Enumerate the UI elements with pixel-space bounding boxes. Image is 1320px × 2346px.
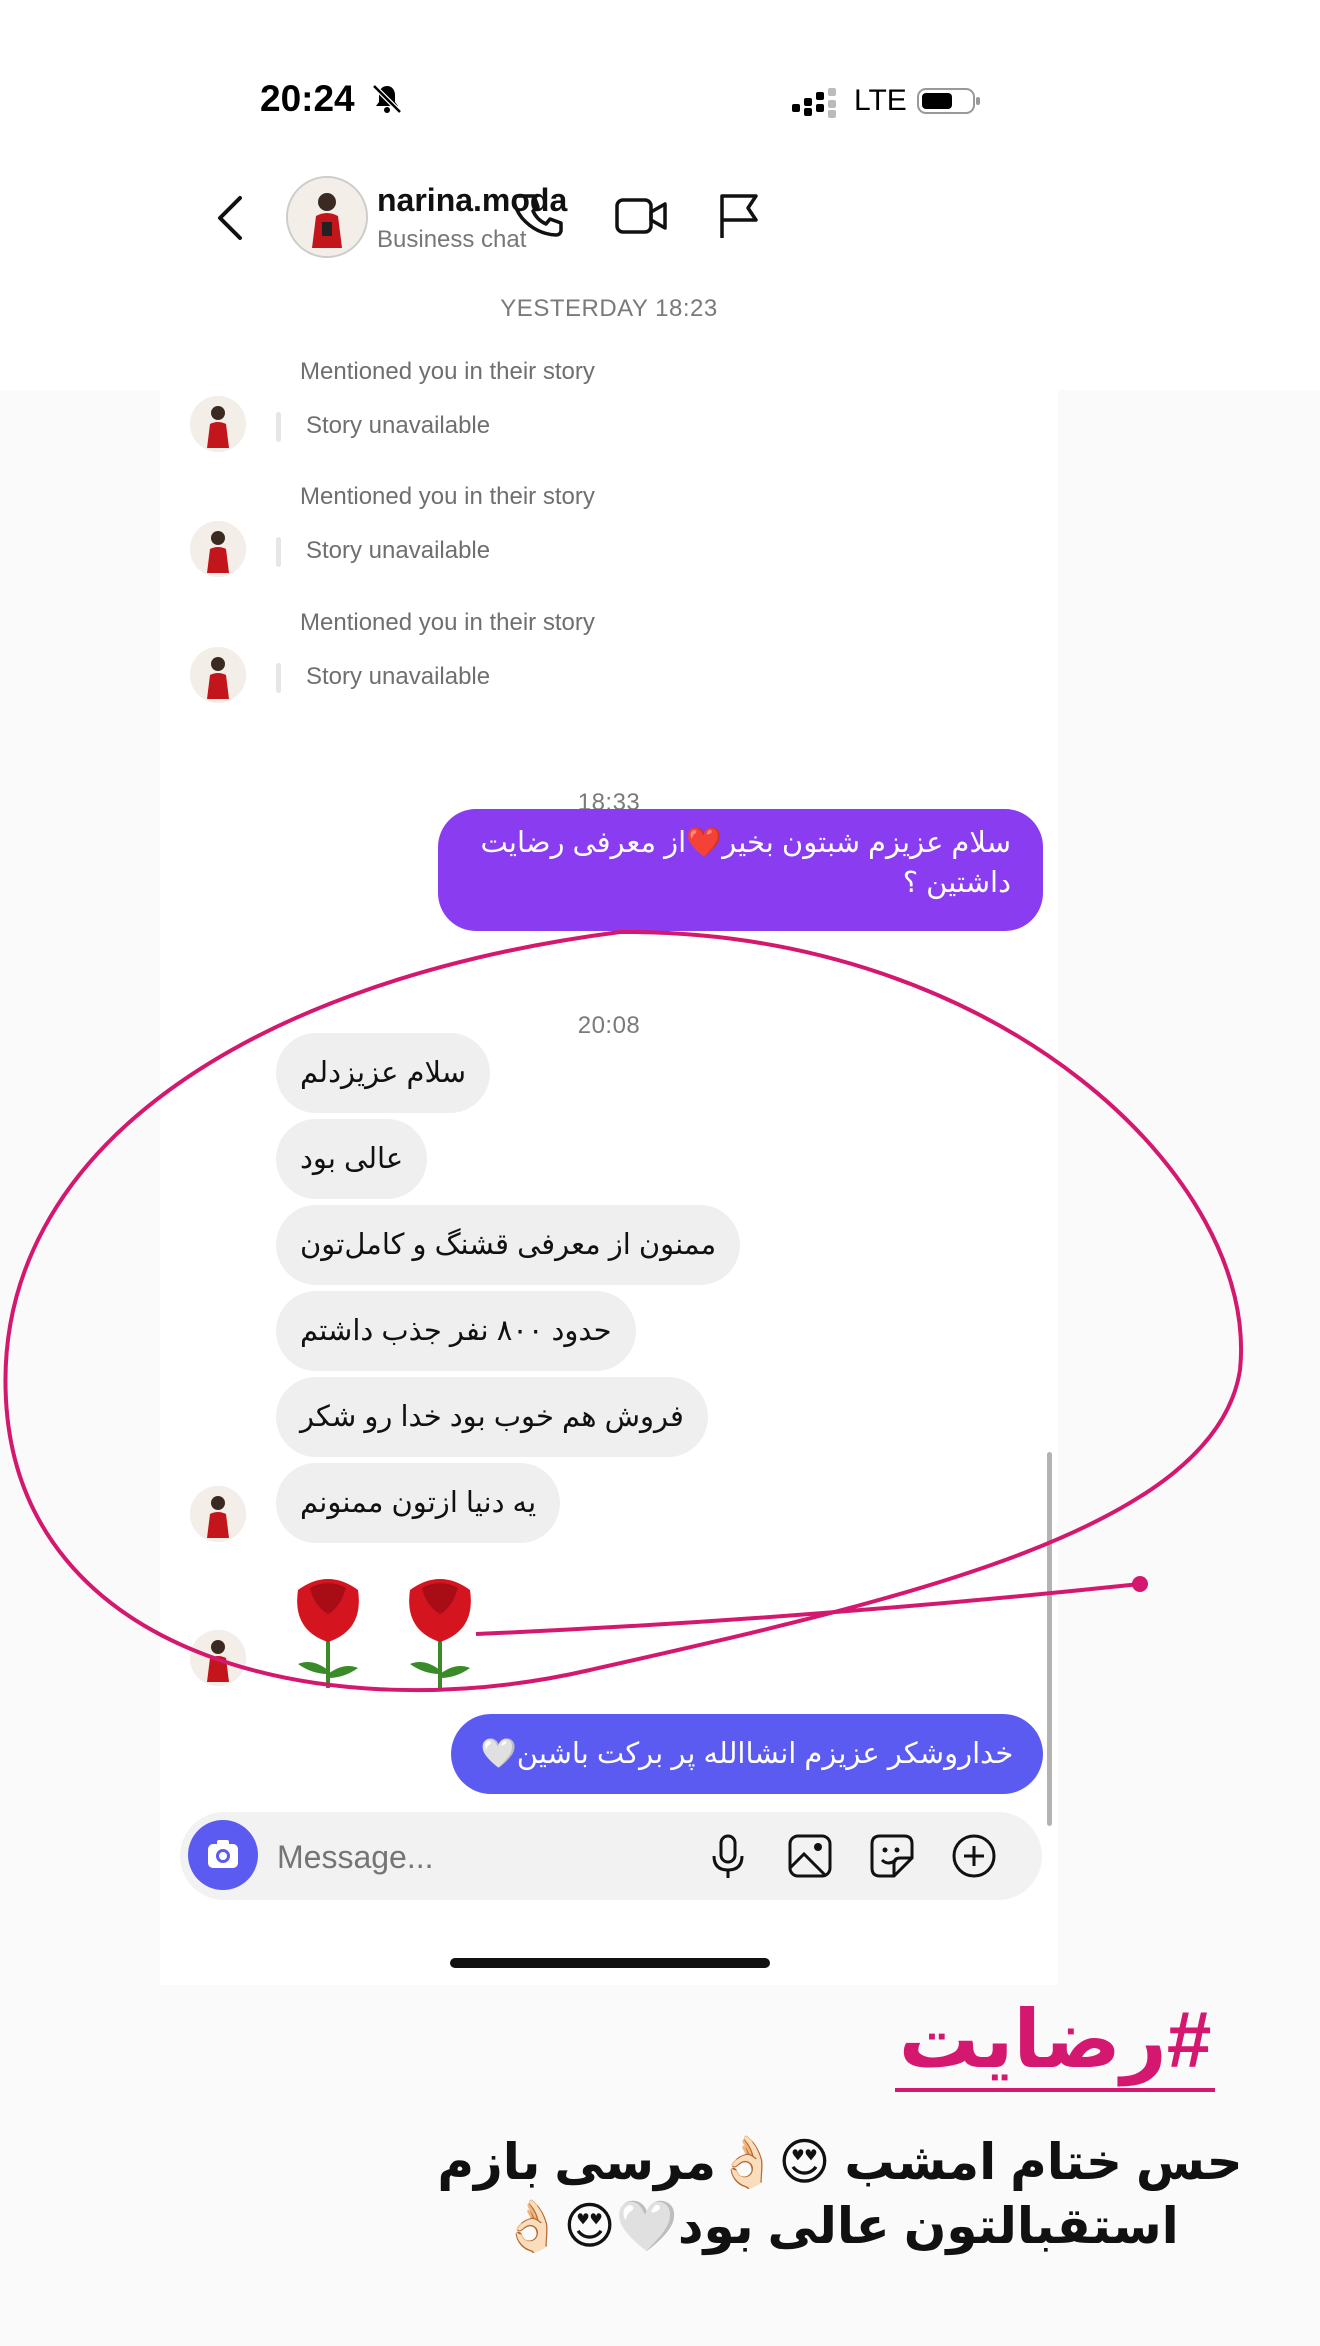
received-message-bubble[interactable]: حدود ۸۰۰ نفر جذب داشتم (276, 1291, 636, 1371)
chat-screen: 20:24 LTE narina.moda Business chat YEST… (160, 40, 1058, 1985)
hashtag-label: #رضایت (885, 1990, 1225, 2100)
chat-type-label: Business chat (377, 226, 527, 253)
sender-avatar (190, 396, 246, 452)
network-label: LTE (854, 84, 907, 117)
video-call-icon[interactable] (613, 188, 669, 244)
sticker-icon[interactable] (866, 1830, 918, 1882)
message-input[interactable] (275, 1830, 679, 1884)
story-unavailable-text: Story unavailable (306, 663, 491, 690)
rose-emoji-message[interactable] (276, 1570, 502, 1690)
story-unavailable-text: Story unavailable (306, 412, 491, 439)
message-composer (180, 1812, 1042, 1900)
status-time: 20:24 (260, 78, 355, 119)
received-message-bubble[interactable]: یه دنیا ازتون ممنونم (276, 1463, 561, 1543)
microphone-icon[interactable] (702, 1830, 754, 1882)
profile-avatar[interactable] (286, 176, 368, 258)
phone-call-icon[interactable] (512, 188, 568, 244)
scrollbar[interactable] (1047, 1452, 1052, 1826)
hashtag-text: #رضایت (898, 1995, 1212, 2084)
sender-avatar (190, 647, 246, 703)
signal-icon (792, 88, 836, 118)
battery-icon (917, 88, 980, 114)
camera-icon (208, 1840, 238, 1868)
story-quote-bar (276, 412, 281, 442)
add-plus-icon[interactable] (948, 1830, 1000, 1882)
timestamp: YESTERDAY 18:23 (500, 295, 718, 322)
story-quote-bar (276, 537, 281, 567)
received-message-bubble[interactable]: ممنون از معرفی قشنگ و کامل‌تون (276, 1205, 741, 1285)
received-message-bubble[interactable]: فروش هم خوب بود خدا رو شکر (276, 1377, 708, 1457)
camera-button[interactable] (188, 1820, 258, 1890)
rose-icon (409, 1579, 471, 1688)
back-arrow-icon[interactable] (212, 190, 248, 246)
story-mention-text: Mentioned you in their story (300, 609, 595, 636)
sent-message-bubble[interactable]: سلام عزیزم شبتون بخیر❤️از معرفی رضایت دا… (438, 809, 1043, 931)
caption-line-1: حس ختام امشب 😍👌🏻مرسی بازم (437, 2134, 1243, 2190)
story-caption: حس ختام امشب 😍👌🏻مرسی بازم استقبالتون عال… (430, 2130, 1250, 2258)
sender-avatar (190, 1486, 246, 1542)
received-message-bubble[interactable]: سلام عزیزدلم (276, 1033, 491, 1113)
gallery-icon[interactable] (784, 1830, 836, 1882)
story-mention-text: Mentioned you in their story (300, 358, 595, 385)
home-indicator[interactable] (450, 1958, 770, 1968)
rose-icon (297, 1579, 359, 1688)
story-quote-bar (276, 663, 281, 693)
hashtag-underline (895, 2088, 1215, 2092)
report-flag-icon[interactable] (710, 188, 766, 244)
received-message-bubble[interactable]: عالی بود (276, 1119, 428, 1199)
annotation-arrow-dot (1132, 1576, 1148, 1592)
sent-message-bubble[interactable]: خداروشکر عزیزم انشاالله پر برکت باشین🤍 (451, 1714, 1043, 1794)
story-mention-text: Mentioned you in their story (300, 483, 595, 510)
sender-avatar (190, 1630, 246, 1686)
avatar-image (288, 178, 366, 256)
timestamp: 20:08 (577, 1012, 641, 1039)
sender-avatar (190, 521, 246, 577)
caption-line-2: استقبالتون عالی بود🤍😍👌🏻 (501, 2198, 1179, 2254)
silent-bell-icon (372, 84, 402, 114)
story-unavailable-text: Story unavailable (306, 537, 491, 564)
